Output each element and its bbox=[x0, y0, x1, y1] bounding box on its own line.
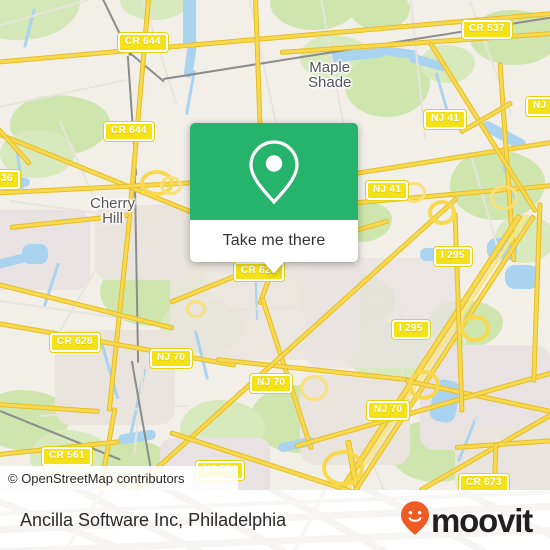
road-shield-nj-41-south: NJ 41 bbox=[366, 181, 409, 200]
road-shield-i-295-north: I 295 bbox=[434, 247, 472, 266]
road-shield-nj-41-north: NJ 41 bbox=[424, 110, 467, 129]
moovit-logo[interactable]: moovit bbox=[400, 500, 550, 541]
take-me-there-popup[interactable]: Take me there bbox=[190, 123, 358, 273]
osm-attribution-text: © OpenStreetMap contributors bbox=[8, 470, 185, 486]
map-canvas[interactable]: CR 644 CR 537 NJ 41 NJ 3 CR 644 NJ 41 36 I 295 C… bbox=[0, 0, 550, 490]
popup-label: Take me there bbox=[222, 232, 326, 249]
road-shield-nj-3x-edge: NJ 3 bbox=[526, 97, 550, 116]
road-shield-nj-70-mid: NJ 70 bbox=[250, 374, 293, 393]
road-shield-cr-673: CR 673 bbox=[459, 474, 509, 490]
footer-bar: Ancilla Software Inc, Philadelphia moovi… bbox=[0, 490, 550, 550]
moovit-smiley-pin-icon bbox=[400, 500, 430, 541]
road-shield-cr-537: CR 537 bbox=[462, 20, 512, 39]
moovit-wordmark: moovit bbox=[431, 501, 533, 539]
popup-footer[interactable]: Take me there bbox=[190, 220, 358, 273]
road-shield-nj-70-west: NJ 70 bbox=[150, 349, 193, 368]
page-title: Ancilla Software Inc, Philadelphia bbox=[20, 509, 287, 530]
place-label-cherry-hill: Cherry Hill bbox=[90, 195, 136, 227]
road-shield-route-36-edge: 36 bbox=[0, 170, 20, 189]
place-label-maple-shade: Maple Shade bbox=[308, 59, 352, 91]
road-shield-cr-644-south: CR 644 bbox=[104, 122, 154, 141]
map-screen: CR 644 CR 537 NJ 41 NJ 3 CR 644 NJ 41 36 I 295 C… bbox=[0, 0, 550, 550]
road-shield-nj-70-east: NJ 70 bbox=[367, 401, 410, 420]
map-pin-icon bbox=[246, 138, 302, 206]
popup-tip-icon bbox=[263, 261, 285, 273]
road-shield-cr-628-west: CR 628 bbox=[50, 333, 100, 352]
road-shield-i-295-mid: I 295 bbox=[392, 320, 430, 339]
road-shield-cr-644-north: CR 644 bbox=[118, 33, 168, 52]
popup-header bbox=[190, 123, 358, 220]
road-shield-cr-561: CR 561 bbox=[42, 447, 92, 466]
osm-attribution: © OpenStreetMap contributors bbox=[0, 466, 238, 490]
